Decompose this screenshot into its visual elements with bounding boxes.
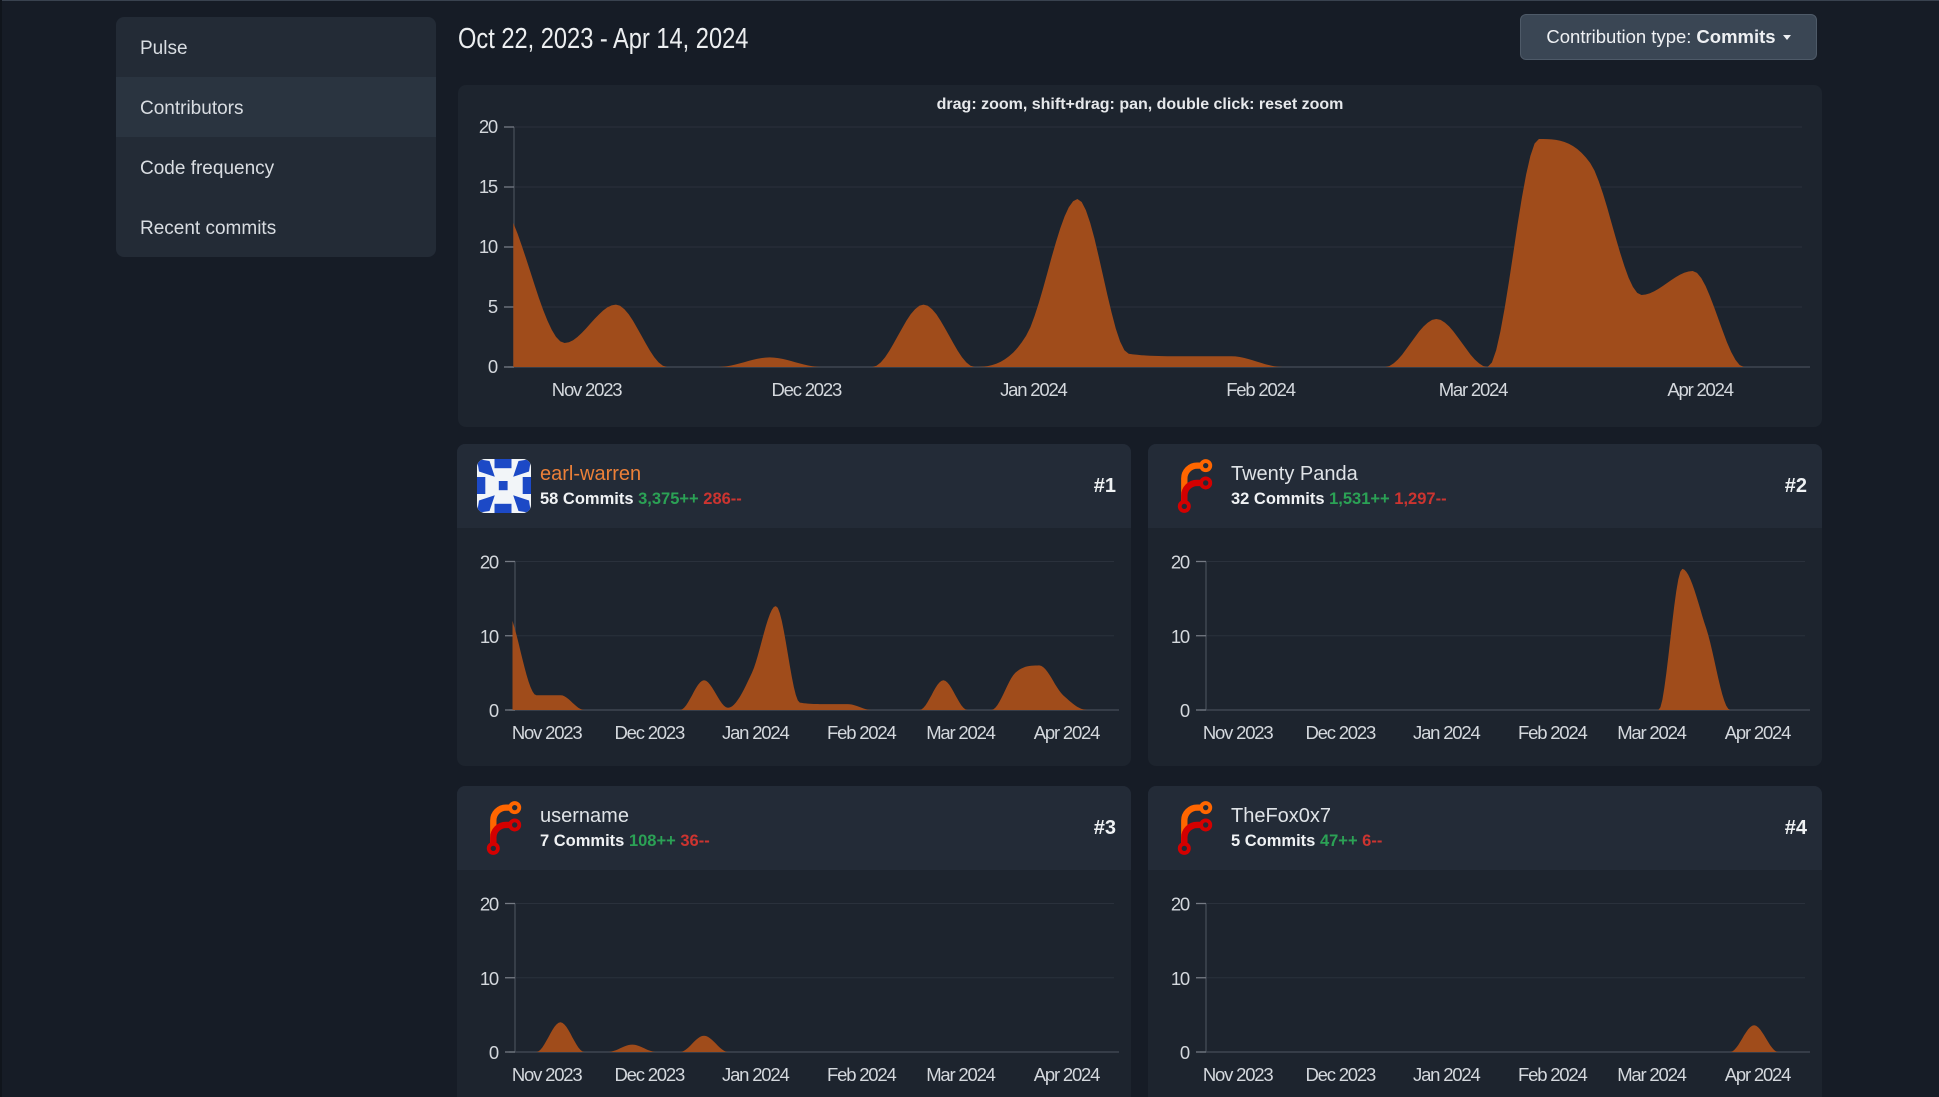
svg-text:Jan 2024: Jan 2024 — [1000, 379, 1067, 400]
svg-text:Feb 2024: Feb 2024 — [1226, 379, 1295, 400]
svg-text:Nov 2023: Nov 2023 — [1203, 1064, 1274, 1085]
svg-text:Jan 2024: Jan 2024 — [722, 1064, 789, 1085]
svg-text:Apr 2024: Apr 2024 — [1034, 722, 1100, 743]
svg-text:Dec 2023: Dec 2023 — [1305, 722, 1376, 743]
svg-text:10: 10 — [479, 236, 498, 257]
svg-text:Feb 2024: Feb 2024 — [827, 1064, 896, 1085]
svg-text:Jan 2024: Jan 2024 — [722, 722, 789, 743]
svg-text:Mar 2024: Mar 2024 — [1439, 379, 1508, 400]
svg-text:10: 10 — [480, 626, 499, 647]
svg-text:0: 0 — [1180, 700, 1190, 721]
svg-text:Jan 2024: Jan 2024 — [1413, 722, 1480, 743]
svg-text:Feb 2024: Feb 2024 — [1518, 1064, 1587, 1085]
svg-text:5: 5 — [488, 296, 498, 317]
svg-text:Nov 2023: Nov 2023 — [1203, 722, 1274, 743]
svg-text:20: 20 — [1171, 552, 1190, 573]
svg-text:0: 0 — [488, 356, 498, 377]
svg-text:Apr 2024: Apr 2024 — [1034, 1064, 1100, 1085]
svg-text:0: 0 — [489, 1042, 499, 1063]
svg-text:Nov 2023: Nov 2023 — [512, 722, 583, 743]
svg-text:Mar 2024: Mar 2024 — [1617, 1064, 1686, 1085]
svg-text:Apr 2024: Apr 2024 — [1725, 722, 1791, 743]
svg-text:Nov 2023: Nov 2023 — [552, 379, 623, 400]
svg-text:Dec 2023: Dec 2023 — [614, 1064, 685, 1085]
svg-text:Dec 2023: Dec 2023 — [614, 722, 685, 743]
svg-text:Mar 2024: Mar 2024 — [926, 1064, 995, 1085]
svg-text:20: 20 — [479, 116, 498, 137]
svg-text:drag: zoom, shift+drag: pan, d: drag: zoom, shift+drag: pan, double clic… — [937, 96, 1344, 113]
svg-text:15: 15 — [479, 176, 498, 197]
svg-text:Nov 2023: Nov 2023 — [512, 1064, 583, 1085]
svg-text:10: 10 — [1171, 968, 1190, 989]
svg-text:Dec 2023: Dec 2023 — [1305, 1064, 1376, 1085]
svg-text:0: 0 — [489, 700, 499, 721]
svg-text:Feb 2024: Feb 2024 — [827, 722, 896, 743]
svg-text:0: 0 — [1180, 1042, 1190, 1063]
svg-text:Dec 2023: Dec 2023 — [771, 379, 842, 400]
svg-text:10: 10 — [1171, 626, 1190, 647]
svg-text:10: 10 — [480, 968, 499, 989]
svg-text:Apr 2024: Apr 2024 — [1725, 1064, 1791, 1085]
svg-text:20: 20 — [480, 894, 499, 915]
svg-text:Feb 2024: Feb 2024 — [1518, 722, 1587, 743]
svg-text:Apr 2024: Apr 2024 — [1667, 379, 1733, 400]
svg-text:Mar 2024: Mar 2024 — [1617, 722, 1686, 743]
svg-text:Jan 2024: Jan 2024 — [1413, 1064, 1480, 1085]
svg-text:20: 20 — [480, 552, 499, 573]
svg-text:Mar 2024: Mar 2024 — [926, 722, 995, 743]
svg-text:20: 20 — [1171, 894, 1190, 915]
